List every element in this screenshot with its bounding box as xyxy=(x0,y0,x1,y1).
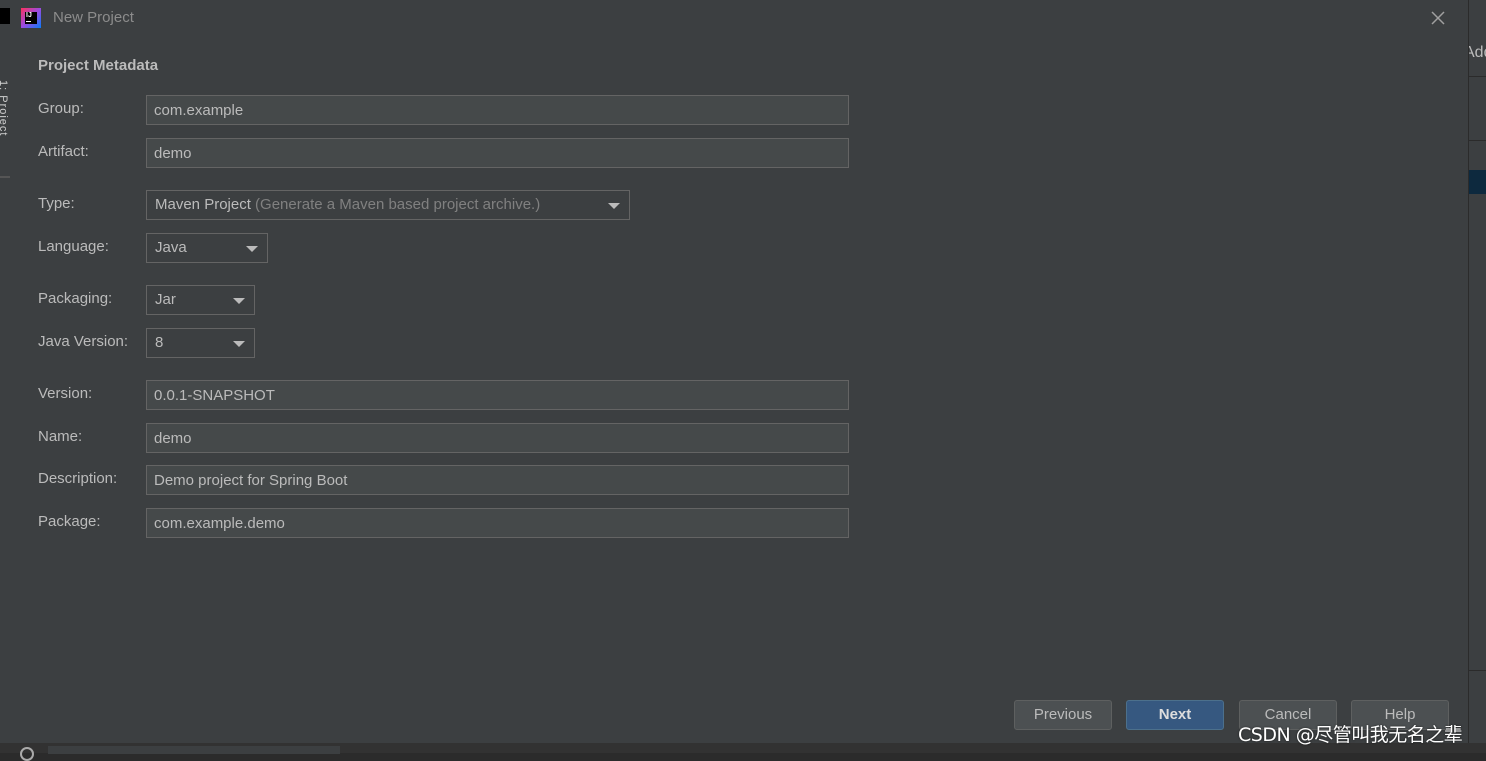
description-label: Description: xyxy=(38,470,118,487)
type-label: Type: xyxy=(38,195,75,212)
section-title: Project Metadata xyxy=(38,57,159,74)
status-circle-icon[interactable] xyxy=(20,747,34,761)
divider xyxy=(1468,140,1486,141)
type-dropdown[interactable]: Maven Project (Generate a Maven based pr… xyxy=(146,190,630,220)
artifact-field[interactable] xyxy=(146,138,849,168)
new-project-dialog: IJ New Project Project Metadata Group: A… xyxy=(10,0,1469,743)
name-field[interactable] xyxy=(146,423,849,453)
group-label: Group: xyxy=(38,100,84,117)
name-label: Name: xyxy=(38,428,83,445)
csdn-watermark: CSDN @尽管叫我无名之辈 xyxy=(1238,724,1463,746)
version-field[interactable] xyxy=(146,380,849,410)
dropdown-arrow-icon xyxy=(246,246,258,252)
next-button[interactable]: Next xyxy=(1126,700,1224,730)
packaging-value: Jar xyxy=(155,291,176,308)
type-value: Maven Project xyxy=(155,196,251,213)
group-field[interactable] xyxy=(146,95,849,125)
intellij-idea-icon: IJ xyxy=(21,8,41,28)
dropdown-arrow-icon xyxy=(608,203,620,209)
language-label: Language: xyxy=(38,238,109,255)
java-version-value: 8 xyxy=(155,334,164,351)
tool-tab-divider xyxy=(0,176,10,178)
project-tool-tab[interactable]: 1: Project xyxy=(0,80,9,136)
dialog-title-bar: IJ New Project xyxy=(10,0,1468,36)
packaging-label: Packaging: xyxy=(38,290,113,307)
language-dropdown[interactable]: Java xyxy=(146,233,268,263)
package-label: Package: xyxy=(38,513,101,530)
ide-logo-icon xyxy=(0,8,10,24)
type-hint: (Generate a Maven based project archive.… xyxy=(255,196,541,213)
ide-right-panel: Add xyxy=(1464,0,1486,753)
java-version-dropdown[interactable]: 8 xyxy=(146,328,255,358)
divider xyxy=(1468,76,1486,77)
divider xyxy=(1468,670,1486,671)
dropdown-arrow-icon xyxy=(233,341,245,347)
close-icon[interactable] xyxy=(1428,8,1448,28)
description-field[interactable] xyxy=(146,465,849,495)
java-version-label: Java Version: xyxy=(38,333,129,350)
package-field[interactable] xyxy=(146,508,849,538)
version-label: Version: xyxy=(38,385,93,402)
packaging-dropdown[interactable]: Jar xyxy=(146,285,255,315)
dropdown-arrow-icon xyxy=(233,298,245,304)
previous-button[interactable]: Previous xyxy=(1014,700,1112,730)
selected-row xyxy=(1468,170,1486,194)
dialog-title: New Project xyxy=(53,9,134,26)
language-value: Java xyxy=(155,239,187,256)
artifact-label: Artifact: xyxy=(38,143,89,160)
